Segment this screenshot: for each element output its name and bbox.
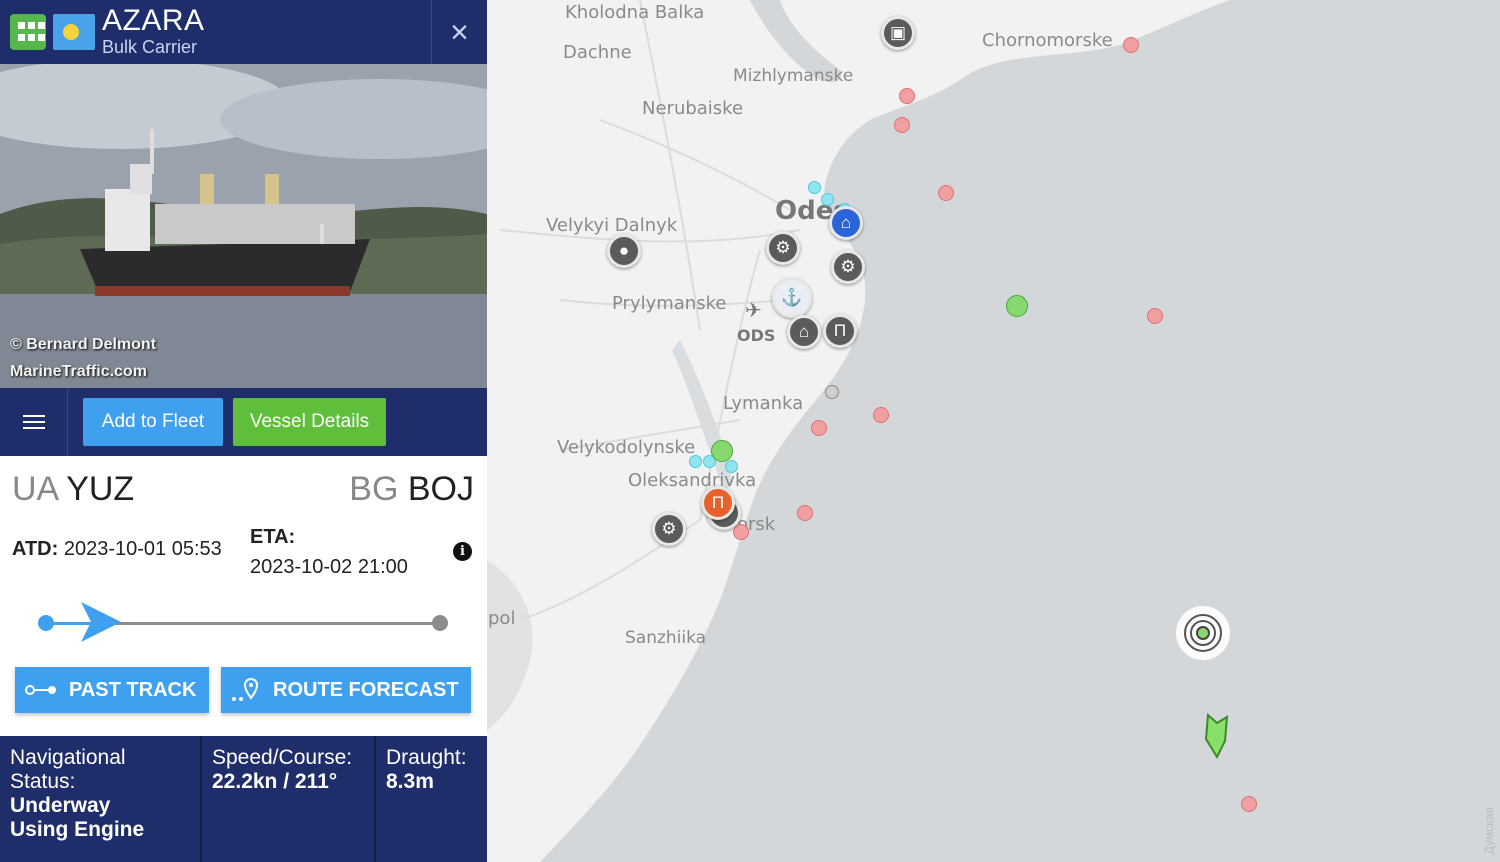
vessel-marker[interactable] — [899, 88, 915, 104]
basket-icon[interactable]: ⌂ — [829, 206, 863, 240]
apps-grid-icon[interactable] — [10, 14, 46, 50]
vessel-marker[interactable] — [894, 117, 910, 133]
vessel-marker[interactable] — [808, 181, 821, 194]
voyage-section: UA YUZ BG BOJ ATD: 2023-10-01 05:53 ETA:… — [0, 456, 487, 738]
vessel-marker[interactable] — [711, 440, 733, 462]
draught-label: Draught: — [386, 746, 467, 769]
flag-icon — [53, 14, 95, 50]
vessel-marker[interactable] — [1123, 37, 1139, 53]
gear-icon[interactable]: ⚙ — [831, 250, 865, 284]
airport-icon: ✈ — [745, 298, 762, 322]
place-velykodolynske: Velykodolynske — [557, 437, 696, 458]
vessel-stats: Navigational Status: Underway Using Engi… — [0, 736, 487, 862]
place-velykyi-dalnyk: Velykyi Dalnyk — [546, 215, 678, 236]
vessel-marker[interactable] — [725, 460, 738, 473]
eta-label: ETA: — [250, 526, 296, 548]
route-forecast-button[interactable]: ROUTE FORECAST — [221, 667, 471, 713]
gear-icon[interactable]: ⚙ — [766, 231, 800, 265]
action-bar: Add to Fleet Vessel Details — [0, 388, 487, 456]
vessel-marker[interactable] — [821, 193, 834, 206]
vessel-arrow-icon[interactable] — [1203, 713, 1231, 759]
place-oleksandrivka: Oleksandrivka — [628, 470, 757, 491]
vessel-marker[interactable] — [825, 385, 839, 399]
draught: Draught: 8.3m — [374, 736, 487, 862]
marine-traffic-app: Kholodna Balka Dachne Mizhlymanske Chorn… — [0, 0, 1500, 862]
nav-status-label-1: Navigational — [10, 746, 126, 769]
vessel-marker[interactable] — [733, 524, 749, 540]
nav-status-label-2: Status: — [10, 770, 76, 793]
departure-port[interactable]: UA YUZ — [12, 470, 134, 509]
selected-vessel-target-icon[interactable] — [1175, 605, 1231, 661]
nav-status-value-2: Using Engine — [10, 818, 145, 841]
vessel-marker[interactable] — [873, 407, 889, 423]
vessel-type: Bulk Carrier — [102, 37, 198, 57]
vessel-marker[interactable] — [1006, 295, 1028, 317]
vessel-marker[interactable] — [797, 505, 813, 521]
destination-port[interactable]: BG BOJ — [349, 470, 474, 509]
route-forecast-label: ROUTE FORECAST — [273, 678, 459, 701]
crane-icon[interactable]: Π — [701, 486, 735, 520]
watermark: Думская — [1482, 806, 1496, 854]
nav-status-value-1: Underway — [10, 794, 111, 817]
destination-port-code: BOJ — [407, 470, 474, 508]
vessel-marker[interactable] — [1241, 796, 1257, 812]
progress-start-dot — [38, 615, 54, 631]
speed-label: Speed/Course: — [212, 746, 353, 769]
place-sanzhiika: Sanzhiika — [625, 628, 707, 648]
place-ods-airport: ODS — [737, 326, 776, 345]
vessel-photo[interactable]: © Bernard Delmont MarineTraffic.com — [0, 64, 487, 388]
progress-end-dot — [432, 615, 448, 631]
place-nerubaiske: Nerubaiske — [642, 98, 744, 119]
place-dachne: Dachne — [563, 42, 632, 63]
place-pol: pol — [488, 608, 516, 629]
close-icon[interactable]: × — [432, 0, 487, 64]
place-chornomorske: Chornomorske — [982, 30, 1113, 51]
place-lymanka: Lymanka — [723, 393, 804, 414]
atd-label: ATD: — [12, 538, 59, 560]
photo-credit-site: MarineTraffic.com — [10, 363, 147, 380]
vessel-marker[interactable] — [689, 455, 702, 468]
navigational-status: Navigational Status: Underway Using Engi… — [0, 736, 200, 862]
crane-icon[interactable]: Π — [823, 314, 857, 348]
vessel-details-button[interactable]: Vessel Details — [233, 398, 386, 446]
eta-value: 2023-10-02 21:00 — [250, 556, 408, 578]
vessel-marker[interactable] — [1147, 308, 1163, 324]
past-track-label: PAST TRACK — [69, 678, 197, 701]
vessel-position-arrow-icon — [81, 602, 122, 642]
place-mizhlymanske: Mizhlymanske — [733, 66, 854, 86]
track-line-icon — [25, 685, 56, 695]
eta: ETA: 2023-10-02 21:00 — [250, 522, 408, 582]
gear-icon[interactable]: ⚙ — [652, 512, 686, 546]
vessel-panel: AZARA Bulk Carrier × © Bernard Delmont M… — [0, 0, 487, 862]
hamburger-menu-icon[interactable] — [0, 388, 68, 456]
destination-country: BG — [349, 470, 399, 508]
past-track-button[interactable]: PAST TRACK — [15, 667, 209, 713]
info-icon[interactable]: i — [453, 542, 472, 561]
departure-country: UA — [12, 470, 58, 508]
vessel-marker[interactable] — [811, 420, 827, 436]
route-pin-icon — [232, 678, 259, 701]
draught-value: 8.3m — [386, 770, 434, 793]
photo-credit: © Bernard Delmont — [10, 336, 157, 353]
vessel-marker[interactable] — [938, 185, 954, 201]
add-to-fleet-button[interactable]: Add to Fleet — [83, 398, 223, 446]
vessel-name: AZARA — [102, 4, 205, 37]
vessel-titlebar: AZARA Bulk Carrier × — [0, 0, 487, 64]
cpu-icon[interactable]: ▣ — [881, 16, 915, 50]
departure-port-code: YUZ — [66, 470, 135, 508]
place-prylymanske: Prylymanske — [612, 293, 727, 314]
speed-value: 22.2kn / 211° — [212, 770, 338, 793]
port-logo-icon[interactable]: ⚓ — [772, 278, 812, 318]
basket-icon[interactable]: ⌂ — [787, 315, 821, 349]
atd-value: 2023-10-01 05:53 — [63, 538, 222, 560]
atd: ATD: 2023-10-01 05:53 — [12, 538, 222, 561]
place-kholodna-balka: Kholodna Balka — [565, 2, 705, 23]
person-icon[interactable]: ● — [607, 234, 641, 268]
speed-course: Speed/Course: 22.2kn / 211° — [200, 736, 374, 862]
